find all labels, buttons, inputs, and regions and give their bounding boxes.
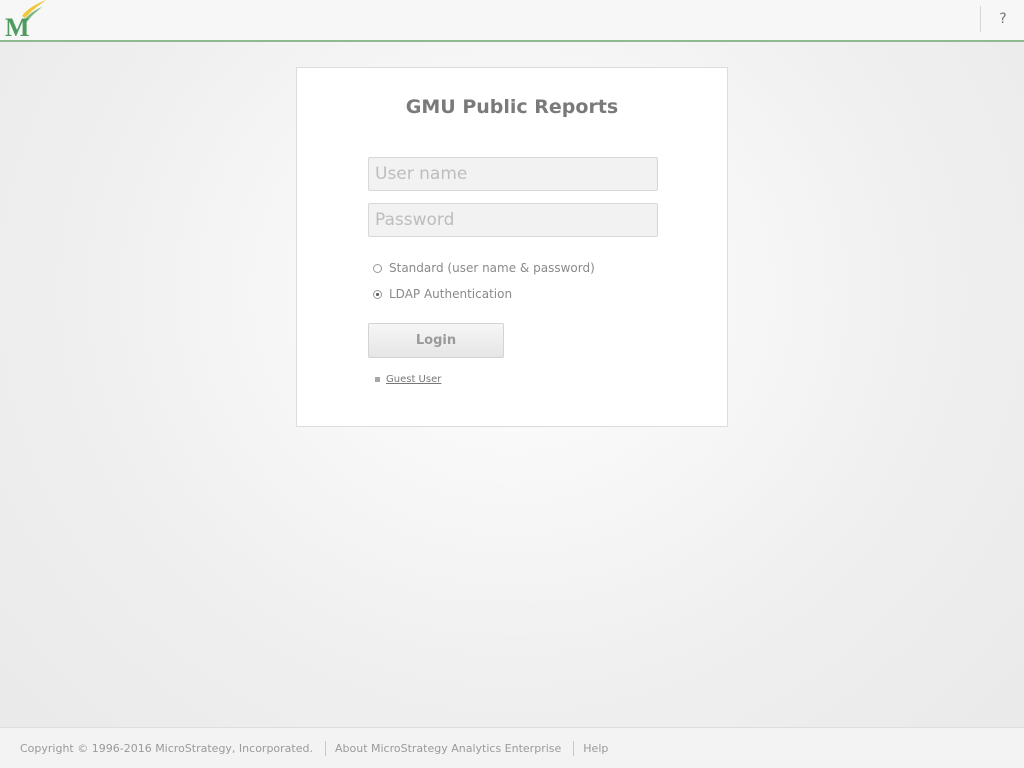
copyright-text: Copyright © 1996-2016 MicroStrategy, Inc… [20, 742, 313, 755]
auth-option-ldap-label: LDAP Authentication [389, 287, 513, 301]
radio-standard[interactable] [373, 263, 382, 273]
mason-m-logo-icon[interactable]: M [4, 0, 48, 40]
guest-user-link[interactable]: Guest User [386, 374, 441, 385]
footer-divider [573, 741, 575, 756]
footer-items: Copyright © 1996-2016 MicroStrategy, Inc… [20, 741, 608, 756]
auth-option-standard[interactable]: Standard (user name & password) [373, 260, 595, 276]
page-title: GMU Public Reports [405, 96, 619, 118]
login-panel: GMU Public Reports Standard (user name &… [296, 67, 728, 427]
footer: Copyright © 1996-2016 MicroStrategy, Inc… [0, 727, 1024, 768]
top-bar: M ? [0, 0, 1024, 42]
username-input[interactable] [368, 157, 658, 191]
about-link[interactable]: About MicroStrategy Analytics Enterprise [335, 742, 561, 755]
login-button[interactable]: Login [368, 323, 504, 358]
footer-divider [324, 741, 326, 756]
radio-ldap[interactable] [373, 289, 382, 299]
help-divider [980, 6, 981, 32]
password-input[interactable] [368, 203, 658, 237]
svg-text:M: M [5, 13, 30, 40]
bullet-icon [375, 377, 380, 382]
footer-help-link[interactable]: Help [583, 742, 608, 755]
auth-option-ldap[interactable]: LDAP Authentication [373, 286, 512, 302]
auth-option-standard-label: Standard (user name & password) [389, 261, 595, 275]
help-button[interactable]: ? [990, 9, 1016, 29]
guest-user-row: Guest User [375, 374, 441, 385]
